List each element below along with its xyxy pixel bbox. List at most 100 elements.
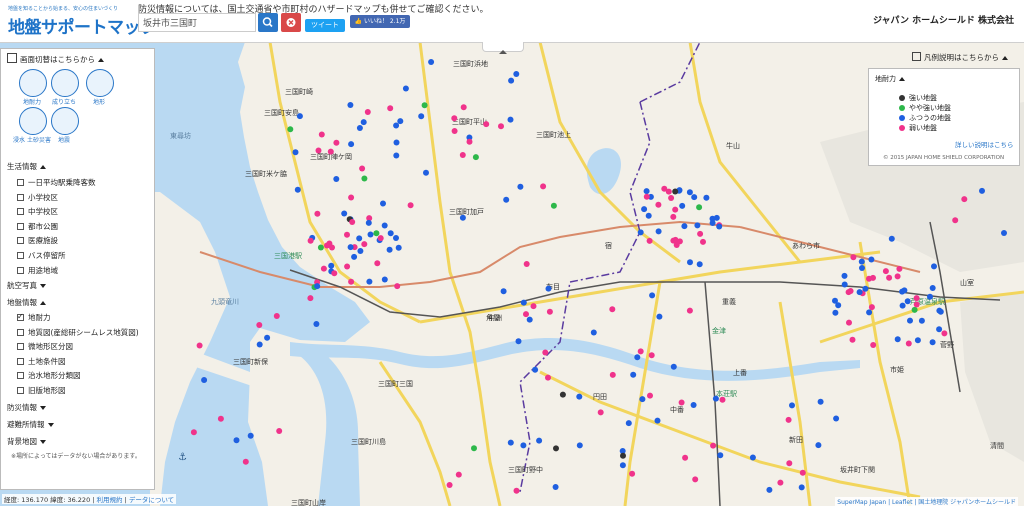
ground-strength-marker[interactable] <box>503 196 510 203</box>
checkbox[interactable] <box>17 179 24 186</box>
ground-strength-marker[interactable] <box>862 285 869 292</box>
ground-strength-marker[interactable] <box>713 214 720 221</box>
ground-strength-marker[interactable] <box>625 420 632 427</box>
ground-strength-marker[interactable] <box>361 175 368 182</box>
ground-strength-marker[interactable] <box>786 460 793 467</box>
ground-strength-marker[interactable] <box>691 194 698 201</box>
ground-strength-marker[interactable] <box>686 189 693 196</box>
ground-strength-marker[interactable] <box>347 244 354 251</box>
ground-strength-marker[interactable] <box>709 220 716 226</box>
ground-strength-marker[interactable] <box>901 287 908 294</box>
ground-strength-marker[interactable] <box>387 105 394 112</box>
address-search-input[interactable] <box>138 13 256 32</box>
ground-strength-marker[interactable] <box>858 258 865 265</box>
ground-strength-marker[interactable] <box>393 139 400 146</box>
ground-strength-marker[interactable] <box>190 429 197 436</box>
ground-strength-marker[interactable] <box>520 299 527 306</box>
ground-strength-marker[interactable] <box>868 256 875 263</box>
formation-icon[interactable] <box>51 69 79 97</box>
ground-strength-marker[interactable] <box>498 123 504 130</box>
ground-strength-marker[interactable] <box>609 371 616 378</box>
ground-strength-marker[interactable] <box>859 265 865 271</box>
ground-strength-marker[interactable] <box>466 138 473 145</box>
ground-strength-marker[interactable] <box>344 231 350 238</box>
ground-strength-marker[interactable] <box>850 254 857 261</box>
ground-strength-marker[interactable] <box>679 202 686 209</box>
ground-strength-marker[interactable] <box>894 336 901 343</box>
ground-strength-marker[interactable] <box>471 445 477 452</box>
ground-strength-marker[interactable] <box>387 230 394 237</box>
ground-strength-marker[interactable] <box>446 482 453 488</box>
ground-strength-marker[interactable] <box>717 452 724 459</box>
ground-strength-marker[interactable] <box>696 204 703 211</box>
ground-strength-marker[interactable] <box>911 306 918 313</box>
ground-strength-marker[interactable] <box>550 202 557 209</box>
ground-strength-marker[interactable] <box>386 246 393 253</box>
ground-strength-marker[interactable] <box>712 395 719 402</box>
ground-strength-marker[interactable] <box>682 454 689 461</box>
ground-strength-marker[interactable] <box>517 183 524 190</box>
ground-strength-marker[interactable] <box>348 278 355 285</box>
ground-strength-marker[interactable] <box>394 283 401 290</box>
ground-strength-marker[interactable] <box>894 273 901 280</box>
ground-strength-marker[interactable] <box>927 293 933 300</box>
screen-switch-toggle[interactable]: 画面切替はこちらから <box>7 53 104 65</box>
ground-strength-marker[interactable] <box>333 176 340 182</box>
life-info-checkbox-row[interactable]: 小学校区 <box>17 192 58 204</box>
ground-strength-marker[interactable] <box>643 193 650 200</box>
ground-strength-marker[interactable] <box>307 295 314 302</box>
ground-strength-marker[interactable] <box>196 342 203 349</box>
ground-strength-marker[interactable] <box>936 326 943 333</box>
ground-strength-marker[interactable] <box>344 263 351 270</box>
ground-strength-marker[interactable] <box>670 213 677 220</box>
ground-strength-marker[interactable] <box>1001 230 1007 236</box>
ground-strength-marker[interactable] <box>292 149 299 156</box>
ground-strength-marker[interactable] <box>799 469 806 476</box>
ground-info-checkbox-row[interactable]: 土地条件図 <box>17 356 66 368</box>
ground-strength-marker[interactable] <box>961 196 968 203</box>
ground-strength-marker[interactable] <box>833 415 840 422</box>
ground-strength-marker[interactable] <box>395 244 402 251</box>
ground-strength-marker[interactable] <box>849 336 856 343</box>
ground-strength-marker[interactable] <box>256 322 263 328</box>
ground-strength-marker[interactable] <box>929 339 936 346</box>
ground-strength-marker[interactable] <box>654 417 661 424</box>
ground-strength-marker[interactable] <box>641 206 648 213</box>
ground-strength-marker[interactable] <box>483 121 490 128</box>
ground-strength-marker[interactable] <box>472 154 479 161</box>
ground-strength-marker[interactable] <box>918 317 925 324</box>
life-info-checkbox-row[interactable]: 中学校区 <box>17 206 58 218</box>
ground-strength-marker[interactable] <box>247 432 254 439</box>
ground-strength-marker[interactable] <box>553 445 559 452</box>
ground-strength-marker[interactable] <box>523 261 530 267</box>
ground-strength-marker[interactable] <box>817 398 824 405</box>
ground-strength-marker[interactable] <box>374 260 381 267</box>
ground-strength-marker[interactable] <box>866 309 873 316</box>
ground-strength-marker[interactable] <box>896 265 903 272</box>
ground-strength-marker[interactable] <box>508 77 515 84</box>
ground-strength-marker[interactable] <box>287 126 294 133</box>
ground-strength-marker[interactable] <box>393 235 399 241</box>
ground-strength-marker[interactable] <box>687 259 693 266</box>
ground-strength-marker[interactable] <box>552 484 559 490</box>
ground-strength-marker[interactable] <box>777 479 784 486</box>
life-info-checkbox-row[interactable]: 用途地域 <box>17 265 58 277</box>
life-info-toggle[interactable]: 生活情報 <box>7 161 46 172</box>
legend-details-link[interactable]: 詳しい説明はこちら <box>955 139 1014 149</box>
ground-strength-marker[interactable] <box>661 185 668 192</box>
ground-strength-marker[interactable] <box>276 428 283 434</box>
ground-strength-marker[interactable] <box>333 139 340 146</box>
legend-title[interactable]: 地耐力 <box>875 74 905 84</box>
life-info-checkbox-row[interactable]: バス停留所 <box>17 250 66 262</box>
ground-strength-marker[interactable] <box>576 393 583 400</box>
ground-strength-marker[interactable] <box>532 366 539 373</box>
ground-strength-marker[interactable] <box>393 122 400 129</box>
ground-strength-marker[interactable] <box>668 195 675 201</box>
ground-strength-marker[interactable] <box>590 329 597 336</box>
ground-strength-marker[interactable] <box>273 313 280 319</box>
ground-strength-marker[interactable] <box>294 186 301 193</box>
site-logo[interactable]: 地盤を知ることから始まる、安心の住まいづくり 地盤サポートマップ <box>6 4 157 38</box>
ground-strength-marker[interactable] <box>630 371 637 378</box>
checkbox[interactable] <box>17 387 24 394</box>
ground-strength-marker[interactable] <box>643 188 650 195</box>
